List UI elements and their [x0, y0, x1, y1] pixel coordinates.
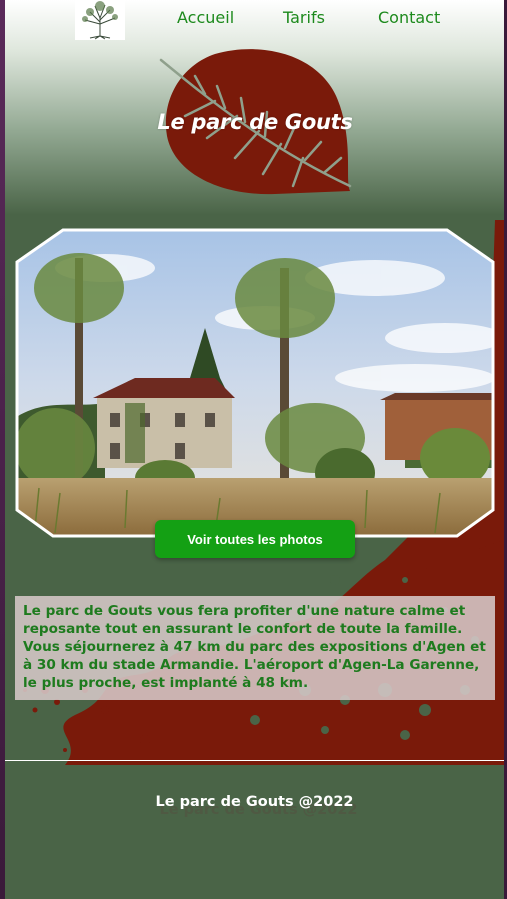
top-navigation: Accueil Tarifs Contact [5, 0, 504, 40]
house-garden-photo[interactable] [15, 228, 495, 538]
site-title: Le parc de Gouts [157, 110, 353, 134]
tree-logo-icon[interactable] [75, 0, 125, 40]
description-text: Le parc de Gouts vous fera profiter d'un… [15, 596, 495, 700]
footer-divider [5, 760, 504, 761]
nav-link-accueil[interactable]: Accueil [177, 8, 234, 27]
nav-link-tarifs[interactable]: Tarifs [283, 8, 325, 27]
page: Accueil Tarifs Contact Le parc de Gouts [5, 0, 504, 899]
nav-link-contact[interactable]: Contact [378, 8, 440, 27]
view-all-photos-button[interactable]: Voir toutes les photos [155, 520, 355, 558]
footer-copyright: Le parc de Gouts @2022 [155, 794, 354, 810]
